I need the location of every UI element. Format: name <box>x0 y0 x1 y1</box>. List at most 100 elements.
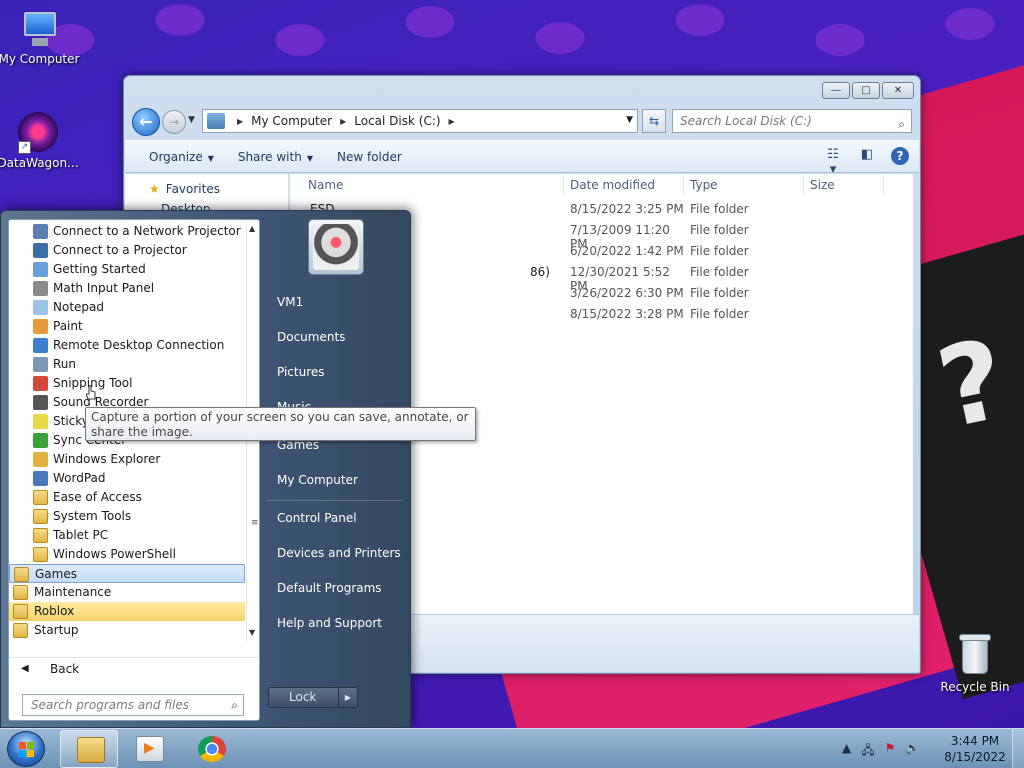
program-item[interactable]: Games <box>9 564 245 583</box>
start-search-input[interactable]: Search programs and files ⌕ <box>22 694 244 716</box>
back-button[interactable]: ◀ Back <box>9 657 259 679</box>
chevron-right-icon[interactable]: ▶ <box>449 117 455 126</box>
clock-date: 8/15/2022 <box>944 750 1006 764</box>
start-item-devices[interactable]: Devices and Printers <box>277 546 401 560</box>
notification-area: ▲ 🖧 ⚑ 🔈 <box>842 741 920 762</box>
show-desktop-button[interactable] <box>1012 729 1024 768</box>
address-dropdown-icon[interactable]: ▼ <box>626 115 633 125</box>
program-label: Ease of Access <box>53 490 142 504</box>
caret-down-icon: ▼ <box>306 153 313 163</box>
minimize-button[interactable]: — <box>822 82 850 99</box>
getting-started-icon <box>33 262 48 277</box>
paint-icon <box>33 319 48 334</box>
program-item[interactable]: Maintenance <box>9 583 245 602</box>
column-header-date[interactable]: Date modified <box>564 174 684 196</box>
column-header-size[interactable]: Size <box>804 174 884 196</box>
program-item[interactable]: Connect to a Network Projector <box>9 222 245 241</box>
refresh-button[interactable]: ⇆ <box>642 109 666 133</box>
windows-explorer-icon <box>33 452 48 467</box>
column-header-type[interactable]: Type <box>684 174 804 196</box>
program-label: Connect to a Projector <box>53 243 187 257</box>
program-item[interactable]: Windows PowerShell <box>9 545 245 564</box>
explorer-taskbar-icon <box>77 737 105 763</box>
program-item[interactable]: Roblox <box>9 602 245 621</box>
taskbar-chrome[interactable] <box>182 730 240 768</box>
preview-pane-icon[interactable]: ◧ <box>857 147 877 165</box>
program-item[interactable]: Paint <box>9 317 245 336</box>
sound-recorder-icon <box>33 395 48 410</box>
projector-icon <box>33 243 48 258</box>
program-item[interactable]: Snipping Tool <box>9 374 245 393</box>
back-button[interactable]: ← <box>132 108 160 136</box>
start-button[interactable] <box>7 731 45 767</box>
favorites-node[interactable]: ★ Favorites <box>149 182 220 196</box>
shutdown-options-arrow-icon[interactable]: ▶ <box>338 688 357 707</box>
program-item[interactable]: Connect to a Projector <box>9 241 245 260</box>
program-item[interactable]: Ease of Access <box>9 488 245 507</box>
program-label: System Tools <box>53 509 132 523</box>
forward-button[interactable]: → <box>162 110 186 134</box>
scroll-up-icon[interactable]: ▲ <box>249 224 255 233</box>
help-icon[interactable]: ? <box>891 147 909 165</box>
view-options-icon[interactable]: ☷ ▾ <box>823 147 843 177</box>
start-item-user[interactable]: VM1 <box>277 295 303 309</box>
recent-pages-dropdown[interactable]: ▼ <box>188 115 195 125</box>
breadcrumb-my-computer[interactable]: My Computer <box>251 114 332 128</box>
program-item[interactable]: Remote Desktop Connection <box>9 336 245 355</box>
chrome-icon <box>198 736 226 762</box>
start-item-default-programs[interactable]: Default Programs <box>277 581 382 595</box>
start-item-pictures[interactable]: Pictures <box>277 365 325 379</box>
program-label: Getting Started <box>53 262 146 276</box>
start-item-help[interactable]: Help and Support <box>277 616 382 630</box>
program-item[interactable]: System Tools <box>9 507 245 526</box>
column-header-name[interactable]: Name <box>290 174 564 196</box>
desktop-icon-recycle-bin[interactable]: Recycle Bin <box>930 632 1020 694</box>
close-button[interactable]: ✕ <box>882 82 914 99</box>
search-icon[interactable]: ⌕ <box>231 695 238 715</box>
math-input-icon <box>33 281 48 296</box>
network-icon[interactable]: 🖧 <box>861 741 874 762</box>
snipping-tool-icon <box>33 376 48 391</box>
program-label: Games <box>35 567 77 581</box>
program-item[interactable]: Windows Explorer <box>9 450 245 469</box>
program-item[interactable]: Startup <box>9 621 245 640</box>
lock-button[interactable]: Lock ▶ <box>268 687 358 708</box>
program-item[interactable]: Math Input Panel <box>9 279 245 298</box>
start-item-computer[interactable]: My Computer <box>277 473 358 487</box>
start-item-documents[interactable]: Documents <box>277 330 345 344</box>
chevron-right-icon[interactable]: ▶ <box>340 117 346 126</box>
program-item[interactable]: Notepad <box>9 298 245 317</box>
program-item[interactable]: Getting Started <box>9 260 245 279</box>
maximize-button[interactable]: □ <box>852 82 880 99</box>
show-hidden-icons-icon[interactable]: ▲ <box>842 741 851 762</box>
desktop-icon-datawagon[interactable]: ↗ DataWagon... <box>0 112 83 170</box>
scroll-down-icon[interactable]: ▼ <box>249 628 255 637</box>
search-icon[interactable]: ⌕ <box>898 113 905 135</box>
lock-label: Lock <box>289 690 317 704</box>
share-with-button[interactable]: Share with ▼ <box>238 150 313 164</box>
notepad-icon <box>33 300 48 315</box>
folder-icon <box>33 509 48 524</box>
taskbar: ▲ 🖧 ⚑ 🔈 3:44 PM 8/15/2022 <box>0 728 1024 768</box>
new-folder-button[interactable]: New folder <box>337 150 402 164</box>
program-item[interactable]: Tablet PC <box>9 526 245 545</box>
program-label: Windows Explorer <box>53 452 161 466</box>
address-bar[interactable]: ▶ My Computer ▶ Local Disk (C:) ▶ ▼ <box>202 109 638 133</box>
search-input[interactable]: Search Local Disk (C:) ⌕ <box>672 109 912 133</box>
back-arrow-icon: ◀ <box>21 663 29 674</box>
clock[interactable]: 3:44 PM 8/15/2022 <box>940 733 1010 765</box>
taskbar-media-player[interactable] <box>120 730 178 768</box>
breadcrumb-local-disk[interactable]: Local Disk (C:) <box>354 114 440 128</box>
taskbar-explorer[interactable] <box>60 730 118 768</box>
start-item-control-panel[interactable]: Control Panel <box>277 511 357 525</box>
organize-button[interactable]: Organize ▼ <box>149 150 214 164</box>
program-item[interactable]: Run <box>9 355 245 374</box>
program-item[interactable]: WordPad <box>9 469 245 488</box>
media-player-icon <box>136 736 164 762</box>
chevron-right-icon[interactable]: ▶ <box>237 117 243 126</box>
scroll-grip-icon[interactable]: ≡ <box>251 518 259 528</box>
action-center-flag-icon[interactable]: ⚑ <box>885 741 896 762</box>
user-picture[interactable] <box>308 219 364 275</box>
volume-icon[interactable]: 🔈 <box>905 741 920 762</box>
desktop-icon-my-computer[interactable]: My Computer <box>0 10 84 66</box>
